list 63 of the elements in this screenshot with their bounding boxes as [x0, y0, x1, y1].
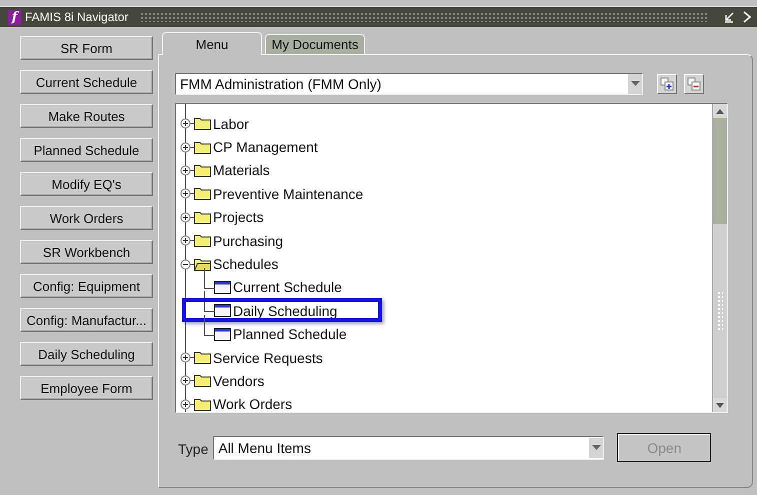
side-button[interactable]: Modify EQ's [20, 172, 153, 196]
type-dropdown[interactable]: All Menu Items [213, 436, 604, 460]
side-button[interactable]: Current Schedule [20, 70, 153, 94]
tab[interactable]: My Documents [265, 34, 365, 54]
side-button[interactable]: Config: Manufactur... [20, 308, 153, 332]
expand-icon[interactable] [180, 398, 191, 410]
expand-icon[interactable] [180, 118, 191, 130]
type-label: Type [178, 441, 208, 457]
tree-item[interactable]: Preventive Maintenance [213, 186, 364, 202]
scrollbar[interactable] [712, 104, 727, 412]
tree-item[interactable]: Work Orders [213, 396, 292, 412]
tab[interactable]: Menu [162, 32, 262, 55]
close-icon[interactable] [743, 11, 751, 23]
collapse-all-button[interactable] [684, 74, 704, 94]
caret-icon [630, 81, 640, 86]
folder-icon [194, 140, 211, 154]
tree-item[interactable]: CP Management [213, 139, 318, 156]
expand-icon[interactable] [180, 164, 191, 176]
folder-icon [194, 398, 211, 411]
folder-icon [194, 234, 211, 248]
folder-icon [194, 351, 211, 364]
expand-icon[interactable] [180, 352, 191, 364]
expand-icon[interactable] [180, 188, 191, 200]
scroll-up-icon[interactable] [716, 108, 724, 114]
tree-item[interactable]: Materials [213, 162, 270, 178]
expand-icon[interactable] [180, 142, 191, 153]
tree-item[interactable]: Planned Schedule [233, 326, 347, 342]
side-button[interactable]: SR Workbench [20, 240, 153, 264]
folder-icon [194, 374, 211, 388]
folder-icon [194, 187, 211, 200]
side-button[interactable]: Work Orders [20, 206, 153, 230]
menu-dropdown[interactable]: FMM Administration (FMM Only) [175, 72, 643, 94]
side-button[interactable]: Daily Scheduling [20, 342, 153, 366]
caret-icon [592, 445, 601, 450]
folder-icon [194, 164, 211, 177]
tree-item[interactable]: Projects [213, 209, 264, 226]
folder-icon [194, 117, 211, 130]
expand-all-button[interactable] [657, 74, 677, 94]
expand-icon[interactable] [180, 212, 191, 223]
side-button[interactable]: Employee Form [20, 376, 153, 400]
app-logo: f [8, 10, 21, 24]
tree-item[interactable]: Current Schedule [233, 279, 342, 296]
window-icon [214, 280, 231, 294]
restore-icon[interactable] [723, 11, 735, 23]
side-button[interactable]: Planned Schedule [20, 138, 153, 162]
window-icon [214, 304, 231, 318]
expand-icon[interactable] [180, 375, 191, 386]
tree-item[interactable]: Schedules [213, 256, 278, 272]
expand-icon[interactable] [180, 235, 191, 246]
scroll-down-icon[interactable] [716, 402, 724, 408]
side-button[interactable]: SR Form [20, 36, 153, 60]
open-folder-icon [194, 258, 211, 271]
window-icon [214, 328, 231, 341]
side-button[interactable]: Make Routes [20, 104, 153, 128]
tree-item[interactable]: Daily Scheduling [233, 302, 338, 319]
side-button[interactable]: Config: Equipment [20, 274, 153, 298]
window-title: FAMIS 8i Navigator [25, 10, 128, 24]
tree-item[interactable]: Vendors [213, 372, 264, 389]
folder-icon [194, 210, 211, 224]
tree-item[interactable]: Purchasing [213, 232, 284, 249]
collapse-icon[interactable] [180, 258, 191, 270]
tree-item[interactable]: Labor [213, 116, 249, 132]
tree-item[interactable]: Service Requests [213, 350, 323, 366]
